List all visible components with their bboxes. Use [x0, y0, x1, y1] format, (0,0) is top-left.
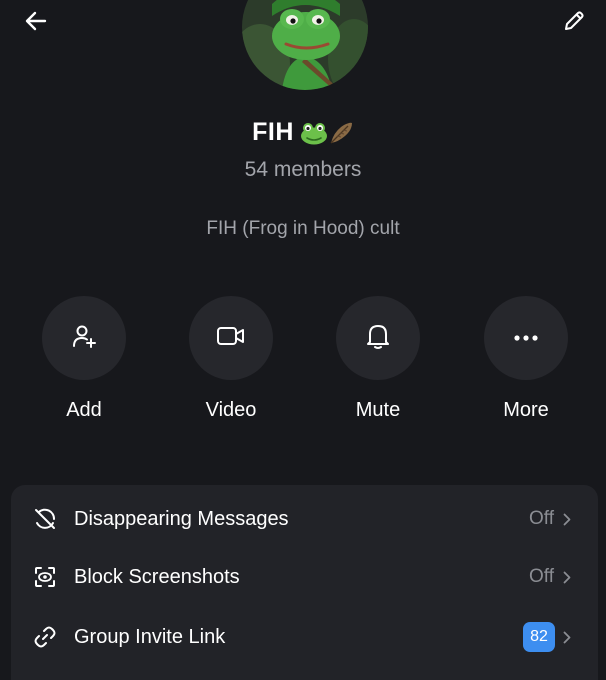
- chevron-right-icon: [562, 570, 572, 584]
- frog-face-emoji: [300, 122, 327, 144]
- arrow-left-icon: [25, 11, 47, 36]
- settings-card: Disappearing Messages Off Block Screensh…: [11, 485, 598, 680]
- frog-in-hood-avatar: [242, 0, 368, 90]
- add-action[interactable]: Add: [42, 296, 126, 422]
- link-icon: [33, 625, 57, 649]
- group-description: FIH (Frog in Hood) cult: [206, 218, 400, 239]
- setting-label: Group Invite Link: [74, 625, 226, 648]
- group-avatar[interactable]: [242, 0, 368, 90]
- mute-label: Mute: [355, 399, 401, 421]
- group-emojis: [300, 121, 354, 145]
- setting-label: Disappearing Messages: [74, 507, 289, 530]
- more-label: More: [503, 399, 549, 421]
- more-button[interactable]: [484, 296, 568, 380]
- video-button[interactable]: [189, 296, 273, 380]
- invite-count-badge: 82: [523, 622, 555, 652]
- setting-disappearing-messages[interactable]: Disappearing Messages Off: [11, 490, 598, 548]
- group-name: FIH: [252, 118, 294, 146]
- group-profile-screen: FIH 54 members FIH (Frog in Hood) cult A…: [0, 0, 606, 680]
- mute-action[interactable]: Mute: [336, 296, 420, 422]
- chevron-right-icon: [562, 630, 572, 644]
- group-title: FIH: [0, 118, 606, 147]
- more-action[interactable]: More: [484, 296, 568, 422]
- add-person-icon: [71, 323, 97, 354]
- setting-value: Off: [529, 508, 554, 529]
- setting-value: Off: [529, 566, 554, 587]
- setting-group-invite-link[interactable]: Group Invite Link 82: [11, 608, 598, 666]
- add-button[interactable]: [42, 296, 126, 380]
- back-button[interactable]: [16, 8, 56, 38]
- edit-button[interactable]: [554, 8, 594, 38]
- video-camera-icon: [216, 325, 246, 352]
- video-label: Video: [205, 399, 257, 421]
- more-horizontal-icon: [513, 329, 539, 347]
- mute-button[interactable]: [336, 296, 420, 380]
- setting-block-screenshots[interactable]: Block Screenshots Off: [11, 548, 598, 606]
- chevron-right-icon: [562, 512, 572, 526]
- bell-icon: [365, 322, 391, 355]
- setting-label: Block Screenshots: [74, 565, 240, 588]
- video-action[interactable]: Video: [189, 296, 273, 422]
- add-label: Add: [66, 399, 102, 421]
- screenshot-block-icon: [33, 565, 57, 589]
- pencil-icon: [563, 10, 585, 37]
- member-count: 54 members: [244, 158, 362, 181]
- feather-emoji: [330, 122, 352, 143]
- timer-off-icon: [33, 507, 57, 531]
